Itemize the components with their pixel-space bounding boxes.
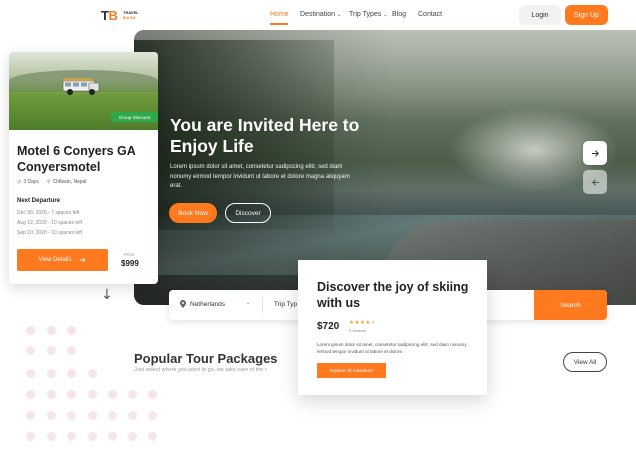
nav-trip-types[interactable]: Trip Types ⌄ <box>349 11 388 21</box>
tour-title[interactable]: Motel 6 Conyers GA Conyersmotel <box>17 143 157 175</box>
price-label: Price <box>124 252 135 257</box>
arrow-right-icon[interactable] <box>583 141 607 165</box>
signup-button[interactable]: Sign Up <box>565 5 608 25</box>
decorative-dot <box>128 411 137 420</box>
search-divider <box>262 297 263 313</box>
destination-value: Netherlands <box>190 300 226 308</box>
clock-icon: ◷ <box>17 179 22 185</box>
decorative-dot <box>88 369 97 378</box>
decorative-dot <box>26 390 35 399</box>
decorative-dot <box>26 432 35 441</box>
arrow-left-icon[interactable] <box>583 170 607 194</box>
review-count: 5 reviews <box>349 328 366 333</box>
decorative-dot <box>47 432 56 441</box>
decorative-dot <box>108 411 117 420</box>
nav-destination[interactable]: Destination ⌄ <box>300 11 341 21</box>
chevron-down-icon: ⌄ <box>337 12 342 18</box>
next-departure-label: Next Departure <box>17 198 61 204</box>
nav-contact[interactable]: Contact <box>418 11 442 21</box>
decorative-dot <box>47 369 56 378</box>
decorative-dot <box>88 411 97 420</box>
location-pin-icon: ⚲ <box>46 179 51 185</box>
decorative-dot <box>108 432 117 441</box>
tour-price: $999 <box>121 259 139 268</box>
decorative-dot <box>47 390 56 399</box>
departure-row: Sep 10, 2020 - 10 spaces left <box>17 230 83 236</box>
ski-description: Lorem ipsum dolor sit amet, consetetur s… <box>317 342 467 354</box>
decorative-dot <box>108 390 117 399</box>
decorative-dot <box>47 411 56 420</box>
decorative-dot <box>47 346 56 355</box>
star-rating: ★★★★★ <box>349 320 376 326</box>
decorative-dot <box>67 390 76 399</box>
decorative-dot <box>67 346 76 355</box>
star-icon: ★ <box>370 320 377 326</box>
trip-type-select[interactable]: Trip Typ <box>274 301 297 308</box>
logo-text: TRAVEL BASE <box>123 10 139 20</box>
book-now-button[interactable]: Book Now <box>169 203 217 223</box>
explore-adventure-button[interactable]: Explore All Adventure <box>317 363 386 378</box>
view-details-button[interactable]: View Details <box>17 249 108 271</box>
chevron-down-icon[interactable]: ⌄ <box>246 300 250 306</box>
decorative-dot <box>67 326 76 335</box>
decorative-dot <box>47 326 56 335</box>
decorative-dot <box>67 411 76 420</box>
decorative-dot <box>26 326 35 335</box>
section-subtitle: Just select where you want to go, we tak… <box>134 367 267 373</box>
section-title: Popular Tour Packages <box>134 351 278 366</box>
tour-duration: 3 Days <box>23 179 39 185</box>
discount-badge: Group Discount <box>111 112 158 122</box>
nav-home[interactable]: Home <box>270 11 289 21</box>
destination-select[interactable]: Netherlands <box>180 300 225 308</box>
decorative-dot <box>88 432 97 441</box>
tour-meta: ◷ 3 Days ⚲ Chitwan, Nepal <box>17 179 87 185</box>
decorative-dot <box>26 369 35 378</box>
view-all-button[interactable]: View All <box>563 352 607 372</box>
nav-blog[interactable]: Blog <box>392 11 406 21</box>
decorative-dot <box>148 411 157 420</box>
decorative-dot <box>128 390 137 399</box>
decorative-dot <box>67 369 76 378</box>
chevron-down-icon: ⌄ <box>383 12 388 18</box>
decorative-dot <box>148 390 157 399</box>
ski-card-title: Discover the joy of skiing with us <box>317 280 469 310</box>
decorative-dot <box>67 432 76 441</box>
decorative-dot <box>128 432 137 441</box>
hero-title: You are Invited Here to Enjoy Life <box>170 115 360 156</box>
departure-row: Dec 30, 2020 - 7 spaces left <box>17 210 80 216</box>
tour-location: Chitwan, Nepal <box>52 179 87 185</box>
login-button[interactable]: Login <box>519 5 561 25</box>
brand-logo[interactable]: TB TRAVEL BASE <box>101 8 145 24</box>
location-pin-icon <box>180 300 186 308</box>
logo-mark: TB <box>101 8 118 23</box>
search-button[interactable]: Search <box>534 290 607 320</box>
decorative-dot <box>148 432 157 441</box>
safari-jeep-image <box>62 78 100 95</box>
arrow-right-icon <box>80 257 86 263</box>
decorative-dot <box>26 411 35 420</box>
nav-active-indicator <box>270 23 288 25</box>
decorative-dot <box>26 346 35 355</box>
ski-price: $720 <box>317 321 340 332</box>
arrow-down-icon: ↓ <box>101 287 113 303</box>
discover-button[interactable]: Discover <box>225 203 271 223</box>
decorative-dot <box>88 390 97 399</box>
departure-row: Aug 12, 2020 - 10 spaces left <box>17 220 83 226</box>
hero-description: Lorem ipsum dolor sit amet, consetetur s… <box>170 164 350 190</box>
